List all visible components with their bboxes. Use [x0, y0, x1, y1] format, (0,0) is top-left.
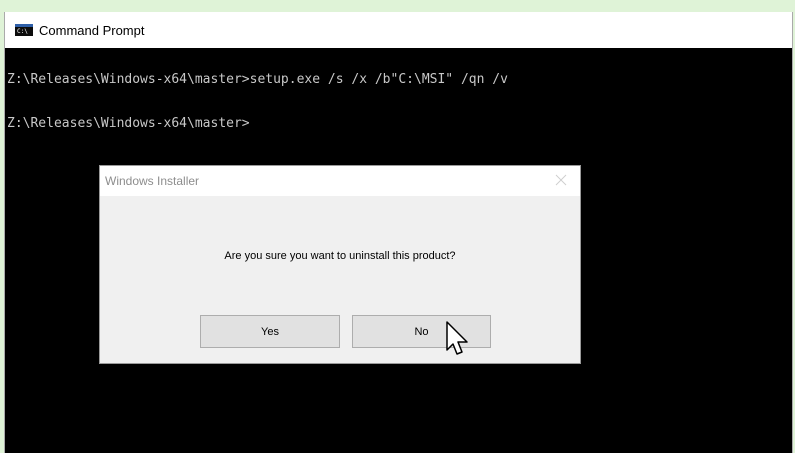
window-titlebar[interactable]: C:\ Command Prompt: [5, 12, 792, 48]
mouse-pointer-icon: [445, 320, 475, 365]
command-prompt-icon: C:\: [15, 24, 33, 36]
command-prompt-window: C:\ Command Prompt Z:\Releases\Windows-x…: [4, 12, 793, 453]
console-line-command: Z:\Releases\Windows-x64\master>setup.exe…: [7, 72, 508, 87]
console-line-prompt: Z:\Releases\Windows-x64\master>: [7, 116, 250, 131]
close-icon[interactable]: [554, 173, 568, 187]
app-icon-glyph: C:\: [17, 27, 28, 35]
yes-button[interactable]: Yes: [200, 315, 340, 348]
window-title: Command Prompt: [39, 22, 145, 38]
windows-installer-dialog: Windows Installer Are you sure you want …: [99, 165, 581, 364]
dialog-titlebar[interactable]: Windows Installer: [100, 166, 580, 196]
dialog-title: Windows Installer: [105, 174, 200, 188]
dialog-body: Are you sure you want to uninstall this …: [100, 196, 580, 363]
dialog-message: Are you sure you want to uninstall this …: [224, 250, 456, 262]
